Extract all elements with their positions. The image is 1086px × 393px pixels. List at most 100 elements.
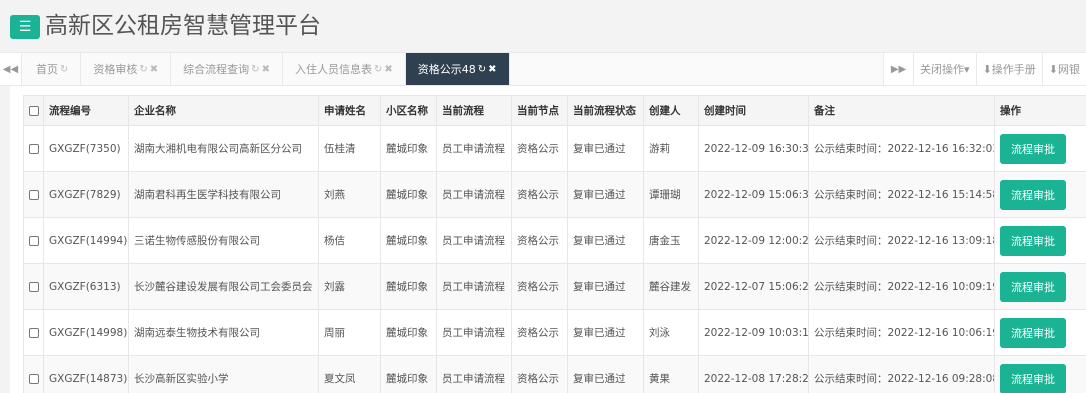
table-cell: 流程审批 (994, 125, 1086, 172)
table-cell: GXGZF(7829) (43, 171, 129, 218)
table-cell: 员工申请流程 (436, 309, 512, 356)
tab-label: 资格审核 (93, 63, 138, 76)
table-cell: 麓谷建发 (643, 263, 699, 310)
scroll-tabs-right-button[interactable]: ▶▶ (883, 53, 913, 85)
column-header: 当前流程 (436, 95, 512, 126)
left-gutter (0, 86, 10, 393)
row-checkbox[interactable] (29, 143, 39, 154)
double-chevron-left-icon: ◀◀ (2, 63, 19, 75)
tab-1[interactable]: 资格审核 ↻ ✖ (81, 53, 172, 85)
close-icon[interactable]: ✖ (384, 64, 392, 75)
approve-flow-button[interactable]: 流程审批 (1000, 179, 1066, 210)
refresh-icon[interactable]: ↻ (139, 64, 147, 75)
table-cell: 员工申请流程 (436, 263, 512, 310)
close-icon[interactable]: ✖ (488, 64, 496, 75)
table-cell: 唐金玉 (643, 217, 699, 264)
bank-button[interactable]: ⬇ 网银 (1041, 53, 1086, 85)
table-cell: GXGZF(14994) (43, 217, 129, 264)
column-header: 小区名称 (380, 95, 437, 126)
approve-flow-button[interactable]: 流程审批 (1000, 225, 1066, 256)
table-cell: 流程审批 (994, 309, 1086, 356)
table-cell: 公示结束时间：2022-12-16 15:14:58 (808, 171, 995, 218)
row-checkbox[interactable] (29, 281, 39, 292)
approve-flow-button[interactable]: 流程审批 (1000, 133, 1066, 164)
download-icon: ⬇ (982, 62, 992, 76)
tab-2[interactable]: 综合流程查询 ↻ ✖ (171, 53, 283, 85)
table-cell: 2022-12-09 16:30:35 (698, 125, 809, 172)
table-cell: 三诺生物传感股份有限公司 (128, 217, 319, 264)
menu-toggle-button[interactable]: ☰ (10, 15, 40, 39)
refresh-icon[interactable]: ↻ (374, 64, 382, 75)
table-cell: 周丽 (318, 309, 381, 356)
column-header: 企业名称 (128, 95, 319, 126)
refresh-icon[interactable]: ↻ (60, 64, 68, 75)
table-cell: 2022-12-09 15:06:33 (698, 171, 809, 218)
refresh-icon[interactable]: ↻ (251, 64, 259, 75)
close-icon[interactable]: ✖ (150, 64, 158, 75)
download-icon: ⬇ (1048, 62, 1058, 76)
main-content: 流程编号 企业名称 申请姓名 小区名称 当前流程 当前节点 当前流程状态 创建人 创建时间 备注操… (10, 86, 1086, 393)
tab-label: 入住人员信息表 (294, 63, 372, 76)
table-cell: 复审已通过 (567, 171, 644, 218)
tabs: 首页 ↻ 资格审核 ↻ ✖ 综合流程查询 ↻ ✖ 入住人员信息表 ↻ ✖ 资格公示48 ↻ ✖ (24, 53, 510, 85)
row-select-cell (23, 263, 44, 310)
table-cell: 长沙麓谷建设发展有限公司工会委员会 (128, 263, 319, 310)
table-cell: 夏文凤 (318, 355, 381, 393)
table-row: GXGZF(14998) 湖南远泰生物技术有限公司 周丽 麓城印象 员工申请流程 资格公示… (23, 309, 1086, 356)
tab-label: 综合流程查询 (183, 63, 250, 76)
approve-flow-button[interactable]: 流程审批 (1000, 271, 1066, 302)
approve-flow-button[interactable]: 流程审批 (1000, 317, 1066, 348)
tab-3[interactable]: 入住人员信息表 ↻ ✖ (282, 53, 406, 85)
row-select-cell (23, 125, 44, 172)
table-cell: 资格公示 (511, 355, 568, 393)
column-header: 创建人 (643, 95, 699, 126)
table-cell: 刘燕 (318, 171, 381, 218)
table-cell: GXGZF(14873) (43, 355, 129, 393)
table-cell: 公示结束时间：2022-12-16 16:32:03 (808, 125, 995, 172)
double-chevron-right-icon: ▶▶ (890, 63, 907, 75)
refresh-icon[interactable]: ↻ (478, 64, 486, 75)
data-table: 流程编号 企业名称 申请姓名 小区名称 当前流程 当前节点 当前流程状态 创建人 创建时间 备注操… (23, 95, 1086, 393)
table-cell: 资格公示 (511, 263, 568, 310)
table-cell: 杨佶 (318, 217, 381, 264)
tab-4[interactable]: 资格公示48 ↻ ✖ (405, 53, 510, 85)
manual-button[interactable]: ⬇ 操作手册 (975, 53, 1042, 85)
table-cell: 麓城印象 (380, 171, 437, 218)
table-cell: 公示结束时间：2022-12-16 13:09:18 (808, 217, 995, 264)
row-checkbox[interactable] (29, 189, 39, 200)
row-select-cell (23, 309, 44, 356)
row-checkbox[interactable] (29, 327, 39, 338)
table-cell: 麓城印象 (380, 263, 437, 310)
table-cell: 员工申请流程 (436, 355, 512, 393)
table-cell: 流程审批 (994, 171, 1086, 218)
table-cell: 长沙高新区实验小学 (128, 355, 319, 393)
table-cell: 麓城印象 (380, 355, 437, 393)
row-checkbox[interactable] (29, 373, 39, 384)
table-row: GXGZF(14994) 三诺生物传感股份有限公司 杨佶 麓城印象 员工申请流程 资格公示… (23, 217, 1086, 264)
row-select-cell (23, 355, 44, 393)
close-ops-dropdown[interactable]: 关闭操作 ▾ (913, 53, 976, 85)
close-icon[interactable]: ✖ (262, 64, 270, 75)
scroll-tabs-left-button[interactable]: ◀◀ (0, 53, 22, 85)
table-cell: 湖南远泰生物技术有限公司 (128, 309, 319, 356)
table-body: GXGZF(7350) 湖南大湘机电有限公司高新区分公司 伍桂清 麓城印象 员工申请流程… (23, 125, 1086, 393)
table-cell: 刘泳 (643, 309, 699, 356)
table-cell: 伍桂清 (318, 125, 381, 172)
table-cell: 刘露 (318, 263, 381, 310)
column-header: 创建时间 (698, 95, 809, 126)
table-row: GXGZF(14873) 长沙高新区实验小学 夏文凤 麓城印象 员工申请流程 资格公示 复审… (23, 355, 1086, 393)
row-checkbox[interactable] (29, 235, 39, 246)
table-cell: 公示结束时间：2022-12-16 10:06:19 (808, 309, 995, 356)
tab-0[interactable]: 首页 ↻ (24, 53, 82, 85)
table-cell: 2022-12-09 10:03:18 (698, 309, 809, 356)
table-cell: 员工申请流程 (436, 217, 512, 264)
column-header: 当前流程状态 (567, 95, 644, 126)
table-cell: 麓城印象 (380, 217, 437, 264)
table-cell: 复审已通过 (567, 263, 644, 310)
select-all-checkbox[interactable] (29, 105, 39, 116)
bank-label: 网银 (1058, 63, 1080, 76)
hamburger-icon: ☰ (18, 19, 32, 35)
right-toolbar: ▶▶ 关闭操作 ▾ ⬇ 操作手册 ⬇ 网银 (883, 53, 1086, 85)
approve-flow-button[interactable]: 流程审批 (1000, 363, 1066, 393)
table-cell: 湖南大湘机电有限公司高新区分公司 (128, 125, 319, 172)
